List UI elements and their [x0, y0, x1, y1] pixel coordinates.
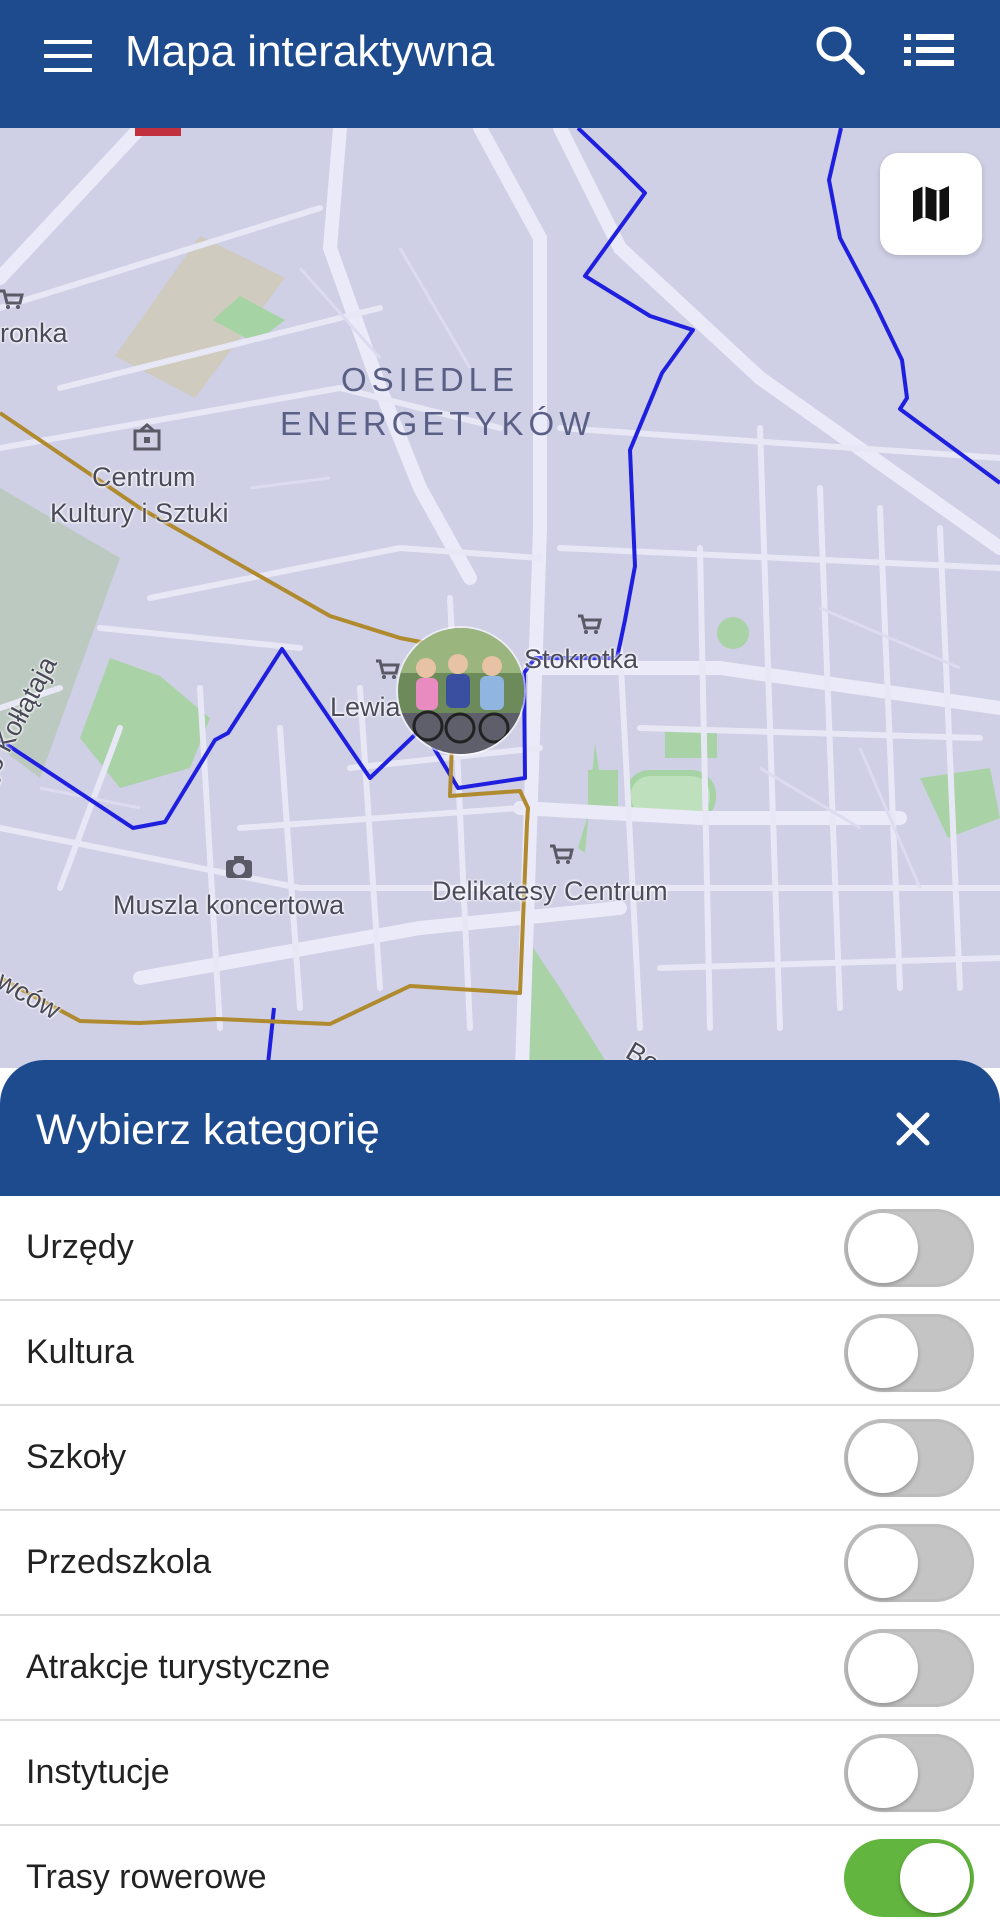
category-row-instytucje[interactable]: Instytucje — [0, 1721, 1000, 1826]
camera-icon[interactable] — [224, 852, 254, 882]
toggle-knob — [848, 1633, 918, 1703]
category-toggle[interactable] — [844, 1839, 974, 1917]
list-view-icon[interactable] — [902, 26, 958, 74]
district-label: OSIEDLE ENERGETYKÓW — [280, 358, 596, 446]
map-label-centrum-line2: Kultury i Sztuki — [50, 498, 229, 528]
map-layers-icon — [913, 186, 949, 222]
toggle-knob — [848, 1738, 918, 1808]
shop-icon[interactable] — [574, 608, 604, 638]
map-view[interactable]: OSIEDLE ENERGETYKÓW ronka Centrum Kultur… — [0, 128, 1000, 1068]
map-label-delikatesy: Delikatesy Centrum — [432, 876, 668, 906]
page-title: Mapa interaktywna — [125, 27, 495, 76]
category-label: Szkoły — [26, 1438, 127, 1476]
map-marker-red — [135, 128, 181, 136]
category-label: Atrakcje turystyczne — [26, 1648, 331, 1686]
category-label: Instytucje — [26, 1753, 170, 1791]
category-row-kultura[interactable]: Kultura — [0, 1301, 1000, 1406]
category-toggle[interactable] — [844, 1734, 974, 1812]
category-label: Urzędy — [26, 1228, 134, 1266]
toggle-knob — [900, 1843, 970, 1913]
map-base-layer — [0, 128, 1000, 1068]
toggle-knob — [848, 1528, 918, 1598]
hamburger-menu-icon[interactable] — [44, 36, 92, 76]
category-row-atrakcje[interactable]: Atrakcje turystyczne — [0, 1616, 1000, 1721]
cyclists-photo — [398, 628, 524, 754]
search-icon[interactable] — [812, 22, 868, 78]
map-layer-button[interactable] — [880, 153, 982, 255]
category-label: Trasy rowerowe — [26, 1858, 267, 1896]
toggle-knob — [848, 1213, 918, 1283]
category-list: Urzędy Kultura Szkoły Przedszkola Atrakc… — [0, 1196, 1000, 1925]
category-row-urzedy[interactable]: Urzędy — [0, 1196, 1000, 1301]
shop-icon[interactable] — [0, 283, 26, 313]
category-row-szkoly[interactable]: Szkoły — [0, 1406, 1000, 1511]
app-header: Mapa interaktywna — [0, 0, 1000, 128]
category-row-trasy-rowerowe[interactable]: Trasy rowerowe — [0, 1826, 1000, 1925]
category-toggle[interactable] — [844, 1419, 974, 1497]
category-toggle[interactable] — [844, 1524, 974, 1602]
close-icon[interactable] — [890, 1106, 936, 1152]
shop-icon[interactable] — [546, 838, 576, 868]
map-label-ronka: ronka — [0, 318, 68, 348]
category-panel: Wybierz kategorię Urzędy Kultura Szkoły … — [0, 1060, 1000, 1925]
category-panel-header: Wybierz kategorię — [0, 1060, 1000, 1196]
district-label-line2: ENERGETYKÓW — [280, 405, 596, 442]
map-label-stokrotka: Stokrotka — [524, 644, 639, 674]
category-toggle[interactable] — [844, 1629, 974, 1707]
culture-center-icon[interactable] — [132, 423, 162, 453]
category-label: Kultura — [26, 1333, 134, 1371]
toggle-knob — [848, 1423, 918, 1493]
category-toggle[interactable] — [844, 1314, 974, 1392]
category-panel-title: Wybierz kategorię — [36, 1106, 380, 1154]
category-label: Przedszkola — [26, 1543, 212, 1581]
category-row-przedszkola[interactable]: Przedszkola — [0, 1511, 1000, 1616]
category-toggle[interactable] — [844, 1209, 974, 1287]
bike-route-photo-marker[interactable] — [396, 626, 526, 756]
map-label-centrum-line1: Centrum — [92, 462, 196, 492]
map-label-muszla: Muszla koncertowa — [113, 890, 345, 920]
toggle-knob — [848, 1318, 918, 1388]
map-label-lewiatan: Lewia — [330, 692, 401, 722]
district-label-line1: OSIEDLE — [340, 361, 520, 398]
